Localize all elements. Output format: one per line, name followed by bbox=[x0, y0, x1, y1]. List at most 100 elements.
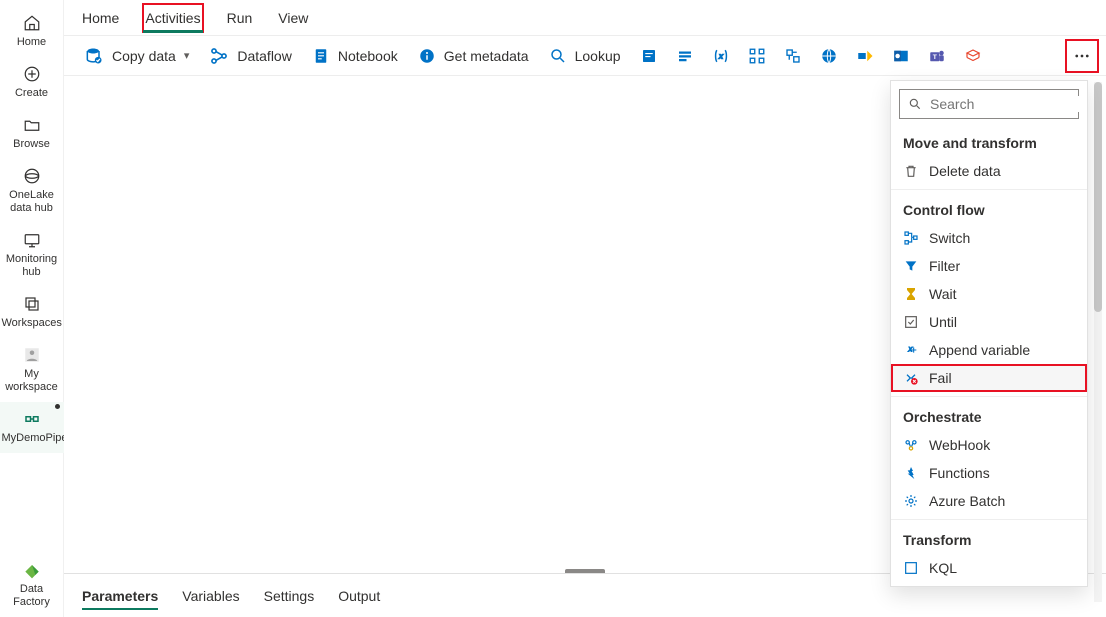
nav-label: Create bbox=[0, 85, 64, 100]
switch-icon bbox=[903, 230, 919, 246]
notebook-icon bbox=[312, 47, 330, 65]
item-delete-data[interactable]: Delete data bbox=[891, 157, 1087, 185]
nav-label: Monitoring hub bbox=[0, 251, 64, 279]
stored-proc-button[interactable] bbox=[669, 40, 701, 72]
item-append[interactable]: x Append variable bbox=[891, 336, 1087, 364]
item-label: WebHook bbox=[929, 437, 990, 453]
item-label: KQL bbox=[929, 560, 957, 576]
activities-toolbar: Copy data ▾ Dataflow Notebook Get metada… bbox=[64, 36, 1106, 76]
ribbon-tabs: Home Activities Run View bbox=[64, 0, 1106, 36]
getmetadata-button[interactable]: Get metadata bbox=[410, 40, 537, 72]
search-input[interactable] bbox=[930, 96, 1088, 112]
databricks-button[interactable] bbox=[957, 40, 989, 72]
search-icon bbox=[908, 97, 922, 111]
dataflow-button[interactable]: Dataflow bbox=[201, 40, 299, 72]
item-kql[interactable]: KQL bbox=[891, 554, 1087, 582]
nav-label: OneLake data hub bbox=[0, 187, 64, 215]
nav-label: MyDemoPipeline bbox=[0, 430, 64, 445]
item-label: Functions bbox=[929, 465, 990, 481]
outlook-button[interactable] bbox=[885, 40, 917, 72]
item-wait[interactable]: Wait bbox=[891, 280, 1087, 308]
item-label: Switch bbox=[929, 230, 970, 246]
item-label: Fail bbox=[929, 370, 952, 386]
kql-icon bbox=[903, 560, 919, 576]
monitor-icon bbox=[0, 229, 64, 251]
btab-variables[interactable]: Variables bbox=[182, 578, 239, 614]
unsaved-dot-icon bbox=[55, 404, 60, 409]
notebook-label: Notebook bbox=[338, 48, 398, 64]
teams-button[interactable]: T bbox=[921, 40, 953, 72]
resize-grip[interactable] bbox=[565, 569, 605, 573]
if-button[interactable] bbox=[777, 40, 809, 72]
item-label: Append variable bbox=[929, 342, 1030, 358]
tab-view[interactable]: View bbox=[276, 4, 310, 32]
variable-button[interactable]: x bbox=[705, 40, 737, 72]
trash-icon bbox=[903, 163, 919, 179]
section-control: Control flow bbox=[891, 194, 1087, 224]
workspaces-icon bbox=[0, 293, 64, 315]
getmetadata-label: Get metadata bbox=[444, 48, 529, 64]
lookup-button[interactable]: Lookup bbox=[541, 40, 629, 72]
more-activities-button[interactable] bbox=[1066, 40, 1098, 72]
web-button[interactable] bbox=[813, 40, 845, 72]
section-orchestrate: Orchestrate bbox=[891, 401, 1087, 431]
nav-monitoring[interactable]: Monitoring hub bbox=[0, 223, 64, 287]
append-variable-icon: x bbox=[903, 342, 919, 358]
nav-label: Data Factory bbox=[0, 581, 64, 609]
section-transform: Transform bbox=[891, 524, 1087, 554]
copy-data-button[interactable]: Copy data ▾ bbox=[76, 40, 197, 72]
copy-data-icon bbox=[84, 46, 104, 66]
nav-create[interactable]: Create bbox=[0, 57, 64, 108]
item-webhook[interactable]: WebHook bbox=[891, 431, 1087, 459]
nav-onelake[interactable]: OneLake data hub bbox=[0, 159, 64, 223]
scrollbar-thumb[interactable] bbox=[1094, 82, 1102, 312]
nav-browse[interactable]: Browse bbox=[0, 108, 64, 159]
webhook-icon bbox=[903, 437, 919, 453]
functions-icon bbox=[903, 465, 919, 481]
item-fail[interactable]: Fail bbox=[891, 364, 1087, 392]
invoke-pipeline-button[interactable] bbox=[849, 40, 881, 72]
info-icon bbox=[418, 47, 436, 65]
nav-datafactory[interactable]: Data Factory bbox=[0, 553, 64, 617]
left-nav: Home Create Browse OneLake data hub Moni… bbox=[0, 0, 64, 617]
notebook-button[interactable]: Notebook bbox=[304, 40, 406, 72]
foreach-button[interactable] bbox=[741, 40, 773, 72]
chevron-down-icon: ▾ bbox=[184, 49, 190, 62]
nav-label: Browse bbox=[0, 136, 64, 151]
item-switch[interactable]: Switch bbox=[891, 224, 1087, 252]
btab-settings[interactable]: Settings bbox=[264, 578, 315, 614]
script-button[interactable] bbox=[633, 40, 665, 72]
btab-parameters[interactable]: Parameters bbox=[82, 578, 158, 614]
nav-pipeline[interactable]: MyDemoPipeline bbox=[0, 402, 64, 453]
tab-run[interactable]: Run bbox=[225, 4, 255, 32]
pipeline-icon bbox=[0, 408, 64, 430]
tab-activities[interactable]: Activities bbox=[143, 4, 202, 32]
copy-data-label: Copy data bbox=[112, 48, 176, 64]
folder-icon bbox=[0, 114, 64, 136]
filter-icon bbox=[903, 258, 919, 274]
item-filter[interactable]: Filter bbox=[891, 252, 1087, 280]
section-move: Move and transform bbox=[891, 127, 1087, 157]
datafactory-icon bbox=[0, 559, 64, 581]
hourglass-icon bbox=[903, 286, 919, 302]
btab-output[interactable]: Output bbox=[338, 578, 380, 614]
dataflow-icon bbox=[209, 46, 229, 66]
item-azurebatch[interactable]: Azure Batch bbox=[891, 487, 1087, 515]
activities-dropdown: Move and transform Delete data Control f… bbox=[890, 80, 1088, 587]
tab-home[interactable]: Home bbox=[80, 4, 121, 32]
item-functions[interactable]: Functions bbox=[891, 459, 1087, 487]
item-until[interactable]: Until bbox=[891, 308, 1087, 336]
nav-label: My workspace bbox=[0, 366, 64, 394]
nav-home[interactable]: Home bbox=[0, 6, 64, 57]
nav-label: Home bbox=[0, 34, 64, 49]
fail-icon bbox=[903, 370, 919, 386]
nav-myworkspace[interactable]: My workspace bbox=[0, 338, 64, 402]
main-area: Home Activities Run View Copy data ▾ Dat… bbox=[64, 0, 1106, 617]
nav-workspaces[interactable]: Workspaces bbox=[0, 287, 64, 338]
search-box[interactable] bbox=[899, 89, 1079, 119]
svg-text:x: x bbox=[907, 344, 913, 353]
item-label: Filter bbox=[929, 258, 960, 274]
gear-icon bbox=[903, 493, 919, 509]
item-label: Until bbox=[929, 314, 957, 330]
until-icon bbox=[903, 314, 919, 330]
